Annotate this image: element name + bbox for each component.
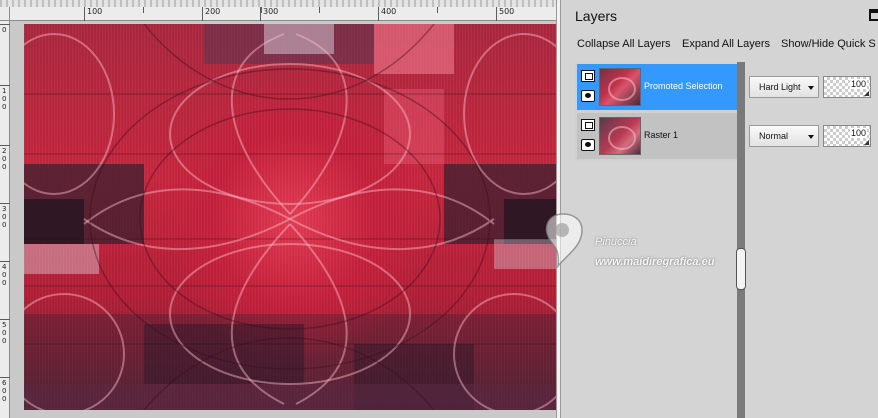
- opacity-value: 100: [850, 128, 868, 138]
- layer-icons: [580, 68, 596, 108]
- ruler-label: 0: [2, 163, 7, 171]
- ruler-tick: [437, 7, 438, 13]
- ruler-tick: [378, 7, 379, 21]
- ruler-label: 0: [2, 395, 7, 403]
- watermark-name: Pinuccia: [595, 236, 637, 248]
- opacity-slider-handle-icon[interactable]: [864, 91, 869, 96]
- panel-title: Layers: [575, 8, 618, 24]
- chevron-down-icon: [808, 135, 814, 139]
- ruler-tick: [496, 7, 497, 21]
- ruler-tick: [319, 7, 320, 13]
- ruler-label: 300: [263, 7, 279, 16]
- ruler-tick: [260, 7, 261, 21]
- ruler-label: 0: [2, 103, 7, 111]
- ruler-label: 3: [2, 205, 7, 213]
- layers-scrollbar-thumb[interactable]: [736, 248, 746, 290]
- ruler-label: 1: [2, 87, 7, 95]
- ruler-tick: [0, 203, 10, 204]
- layer-row-promoted-selection[interactable]: Promoted Selection: [577, 64, 738, 110]
- opacity-value: 100: [850, 79, 868, 89]
- ruler-label: 0: [2, 387, 7, 395]
- layer-group-icon[interactable]: [581, 119, 595, 131]
- show-hide-quick-button[interactable]: Show/Hide Quick S: [781, 38, 876, 50]
- visibility-eye-icon[interactable]: [581, 90, 595, 102]
- document-tab-strip: [0, 0, 560, 7]
- ruler-corner: [0, 7, 10, 21]
- opacity-field[interactable]: 100: [823, 76, 871, 98]
- ruler-label: 100: [87, 7, 103, 16]
- ruler-label: 200: [205, 7, 221, 16]
- ruler-label: 0: [2, 329, 7, 337]
- ruler-label: 500: [499, 7, 515, 16]
- ruler-label: 4: [2, 263, 7, 271]
- ruler-label: 0: [2, 271, 7, 279]
- blend-mode-value: Hard Light: [759, 82, 801, 92]
- ruler-label: 6: [2, 379, 7, 387]
- horizontal-ruler: 100 200 300 400 500: [10, 7, 560, 21]
- blend-mode-value: Normal: [759, 131, 789, 141]
- layer-icons: [580, 117, 596, 157]
- layers-list: Promoted Selection Raster 1: [575, 62, 740, 162]
- ruler-tick: [0, 261, 10, 262]
- expand-all-layers-button[interactable]: Expand All Layers: [682, 38, 770, 50]
- ruler-label: 0: [2, 95, 7, 103]
- ruler-label: 0: [2, 221, 7, 229]
- ruler-label: 2: [2, 147, 7, 155]
- blend-mode-select[interactable]: Normal: [749, 125, 819, 147]
- layer-group-icon[interactable]: [581, 70, 595, 82]
- ruler-label: 0: [2, 155, 7, 163]
- ruler-tick: [0, 319, 10, 320]
- ruler-label: 0: [2, 279, 7, 287]
- layers-scrollbar-track[interactable]: [737, 62, 745, 418]
- layer-thumbnail: [599, 117, 641, 155]
- image-canvas-area: 100 200 300 400 500 0 1 0 0 2 0 0 3 0 0 …: [0, 0, 560, 418]
- opacity-slider-handle-icon[interactable]: [864, 140, 869, 145]
- watermark-url: www.maidiregrafica.eu: [595, 256, 715, 268]
- layers-panel: Layers Collapse All Layers Expand All La…: [561, 0, 878, 418]
- ruler-tick: [84, 7, 85, 21]
- opacity-field[interactable]: 100: [823, 125, 871, 147]
- ruler-tick: [143, 7, 144, 13]
- image-artwork: [24, 24, 556, 410]
- layer-row-raster-1[interactable]: Raster 1: [577, 113, 738, 159]
- ruler-label: 5: [2, 321, 7, 329]
- ruler-tick: [0, 145, 10, 146]
- ruler-tick: [202, 7, 203, 21]
- watermark-logo-icon: [545, 213, 583, 269]
- layer-thumbnail: [599, 68, 641, 106]
- ruler-label: 0: [2, 337, 7, 345]
- layer-name: Promoted Selection: [644, 81, 723, 91]
- blend-mode-select[interactable]: Hard Light: [749, 76, 819, 98]
- ruler-label: 400: [381, 7, 397, 16]
- layer-name: Raster 1: [644, 130, 679, 140]
- ruler-tick: [0, 377, 10, 378]
- ruler-tick: [0, 85, 10, 86]
- document-image[interactable]: [24, 24, 556, 410]
- ruler-label: 0: [2, 213, 7, 221]
- chevron-down-icon: [808, 86, 814, 90]
- ruler-tick: [0, 24, 10, 25]
- ruler-label: 0: [2, 26, 7, 34]
- vertical-ruler: 0 1 0 0 2 0 0 3 0 0 4 0 0 5 0 0 6 0 0: [0, 21, 10, 418]
- ruler-tick: [261, 7, 262, 13]
- panel-menu-icon[interactable]: [869, 9, 878, 21]
- visibility-eye-icon[interactable]: [581, 139, 595, 151]
- collapse-all-layers-button[interactable]: Collapse All Layers: [577, 38, 671, 50]
